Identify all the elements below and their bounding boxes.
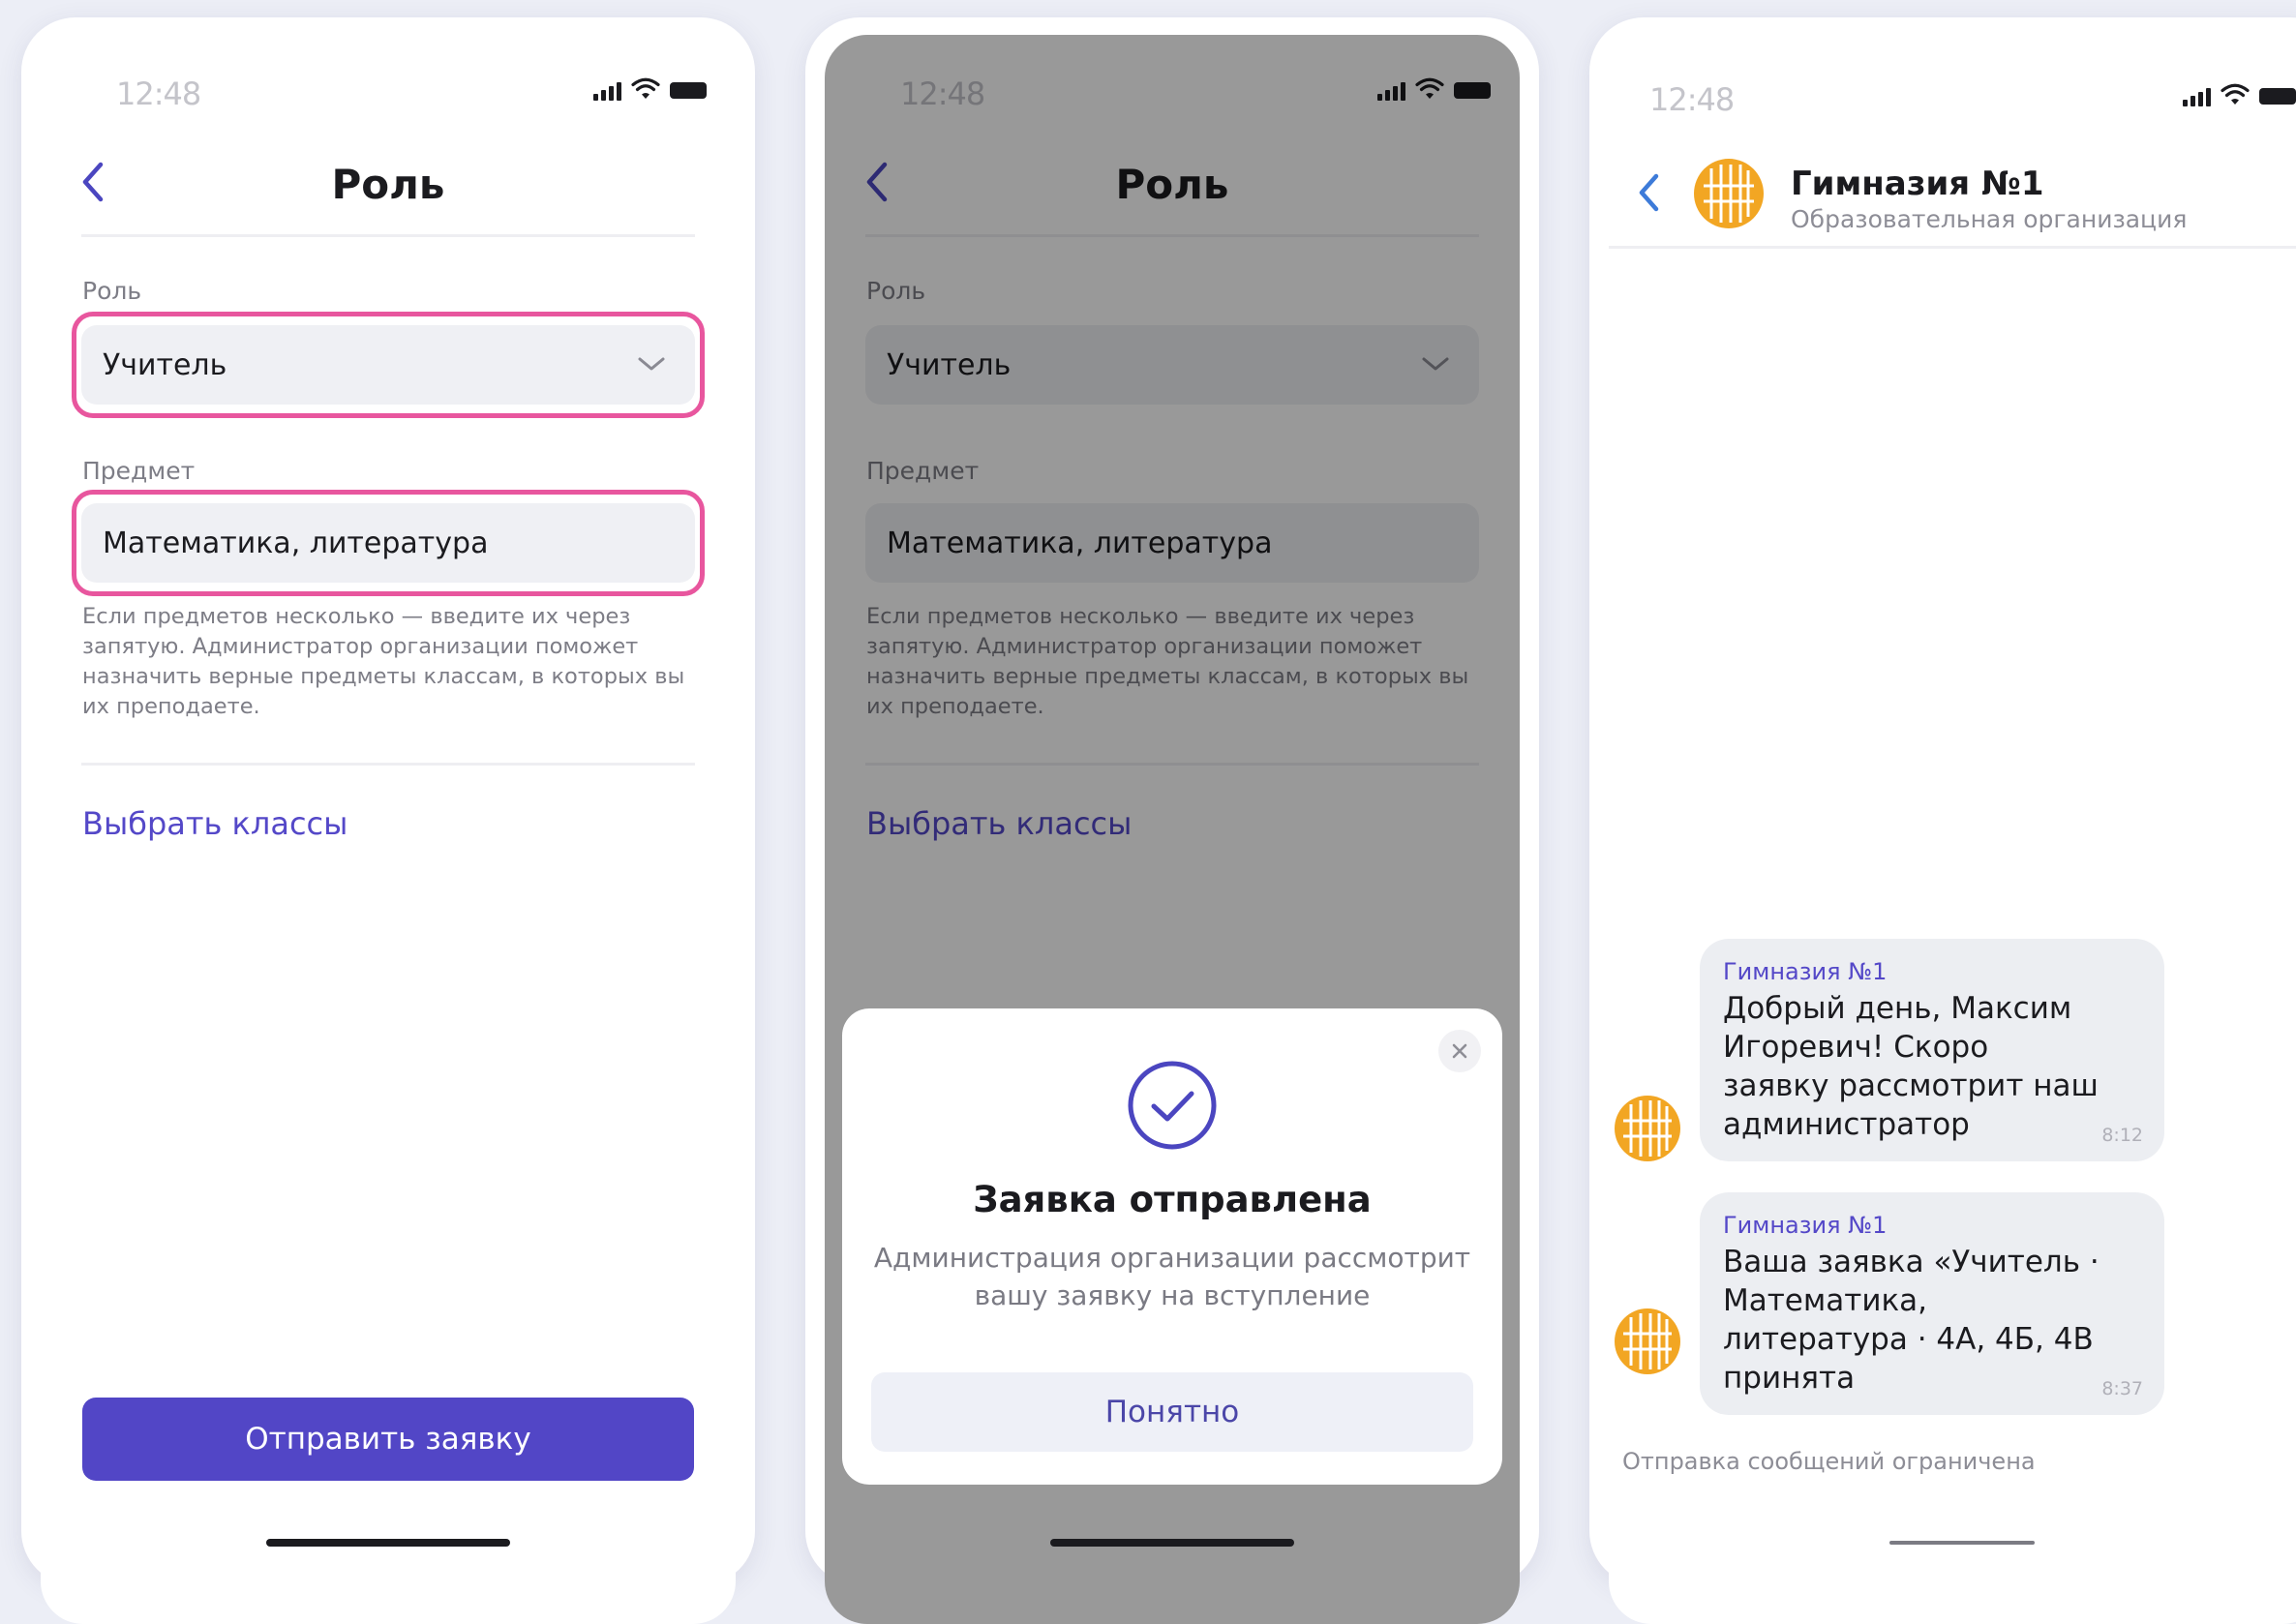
back-chevron-icon[interactable] [1636,172,1661,213]
message-time: 8:37 [2101,1378,2143,1399]
screen-role-form: 12:48 Роль Роль Учитель Предмет Математи… [41,35,736,1624]
battery-icon [670,82,707,99]
home-indicator [1050,1539,1294,1547]
message-sender: Гимназия №1 [1723,1212,1888,1239]
header-divider [1609,246,2296,249]
role-select[interactable]: Учитель [81,325,695,405]
message-bubble[interactable]: Гимназия №1 Добрый день, Максим Игоревич… [1700,939,2164,1161]
sender-avatar-icon[interactable] [1615,1096,1680,1161]
home-indicator [1889,1541,2035,1545]
page-title: Роль [331,161,445,208]
battery-icon [2259,88,2296,105]
role-select-value: Учитель [103,347,227,382]
signal-icon [593,82,621,101]
phone-frame-role-form: 12:48 Роль Роль Учитель Предмет Математи… [21,17,755,1624]
check-circle-icon [1128,1061,1217,1150]
wifi-icon [2220,83,2250,106]
status-icons [593,77,707,101]
wifi-icon [631,77,660,101]
close-icon [1452,1043,1467,1059]
screen-request-sent: 12:48 Роль Роль Учитель Предмет Математи… [825,35,1520,1624]
header-divider [81,234,695,237]
role-label: Роль [82,277,142,305]
screen-chat: 12:48 Гимназия №1 Образовательная органи… [1609,35,2296,1624]
subject-input-value: Математика, литература [103,526,489,560]
chevron-down-icon [638,357,665,371]
sender-avatar-icon[interactable] [1615,1308,1680,1374]
message-time: 8:12 [2101,1125,2143,1146]
subject-input[interactable]: Математика, литература [81,503,695,583]
request-sent-modal: Заявка отправлена Администрация организа… [842,1008,1502,1485]
chat-subtitle: Образовательная организация [1791,205,2188,233]
modal-title: Заявка отправлена [973,1179,1372,1220]
message-text: Ваша заявка «Учитель · Математика, литер… [1723,1245,2100,1396]
section-divider [81,763,695,766]
status-time: 12:48 [116,75,201,112]
phone-frame-chat: 12:48 Гимназия №1 Образовательная органи… [1589,17,2296,1624]
chat-title: Гимназия №1 [1791,165,2044,203]
status-time: 12:48 [1649,81,1735,118]
phone-frame-request-sent: 12:48 Роль Роль Учитель Предмет Математи… [805,17,1539,1624]
status-icons [2183,83,2296,106]
submit-request-button[interactable]: Отправить заявку [82,1398,694,1481]
message-sender: Гимназия №1 [1723,958,1888,985]
message-text: Добрый день, Максим Игоревич! Скоро заяв… [1723,991,2099,1142]
home-indicator [266,1539,510,1547]
subject-hint: Если предметов несколько — введите их че… [82,604,685,719]
modal-text: Администрация организации рассмотрит ваш… [873,1242,1471,1311]
choose-classes-link[interactable]: Выбрать классы [82,805,347,842]
message-bubble[interactable]: Гимназия №1 Ваша заявка «Учитель · Матем… [1700,1192,2164,1415]
close-button[interactable] [1438,1030,1481,1072]
composer-restricted-note: Отправка сообщений ограничена [1622,1448,2036,1475]
signal-icon [2183,88,2211,106]
subject-label: Предмет [82,457,196,485]
ok-button[interactable]: Понятно [871,1372,1473,1452]
org-logo-icon[interactable] [1694,159,1764,228]
